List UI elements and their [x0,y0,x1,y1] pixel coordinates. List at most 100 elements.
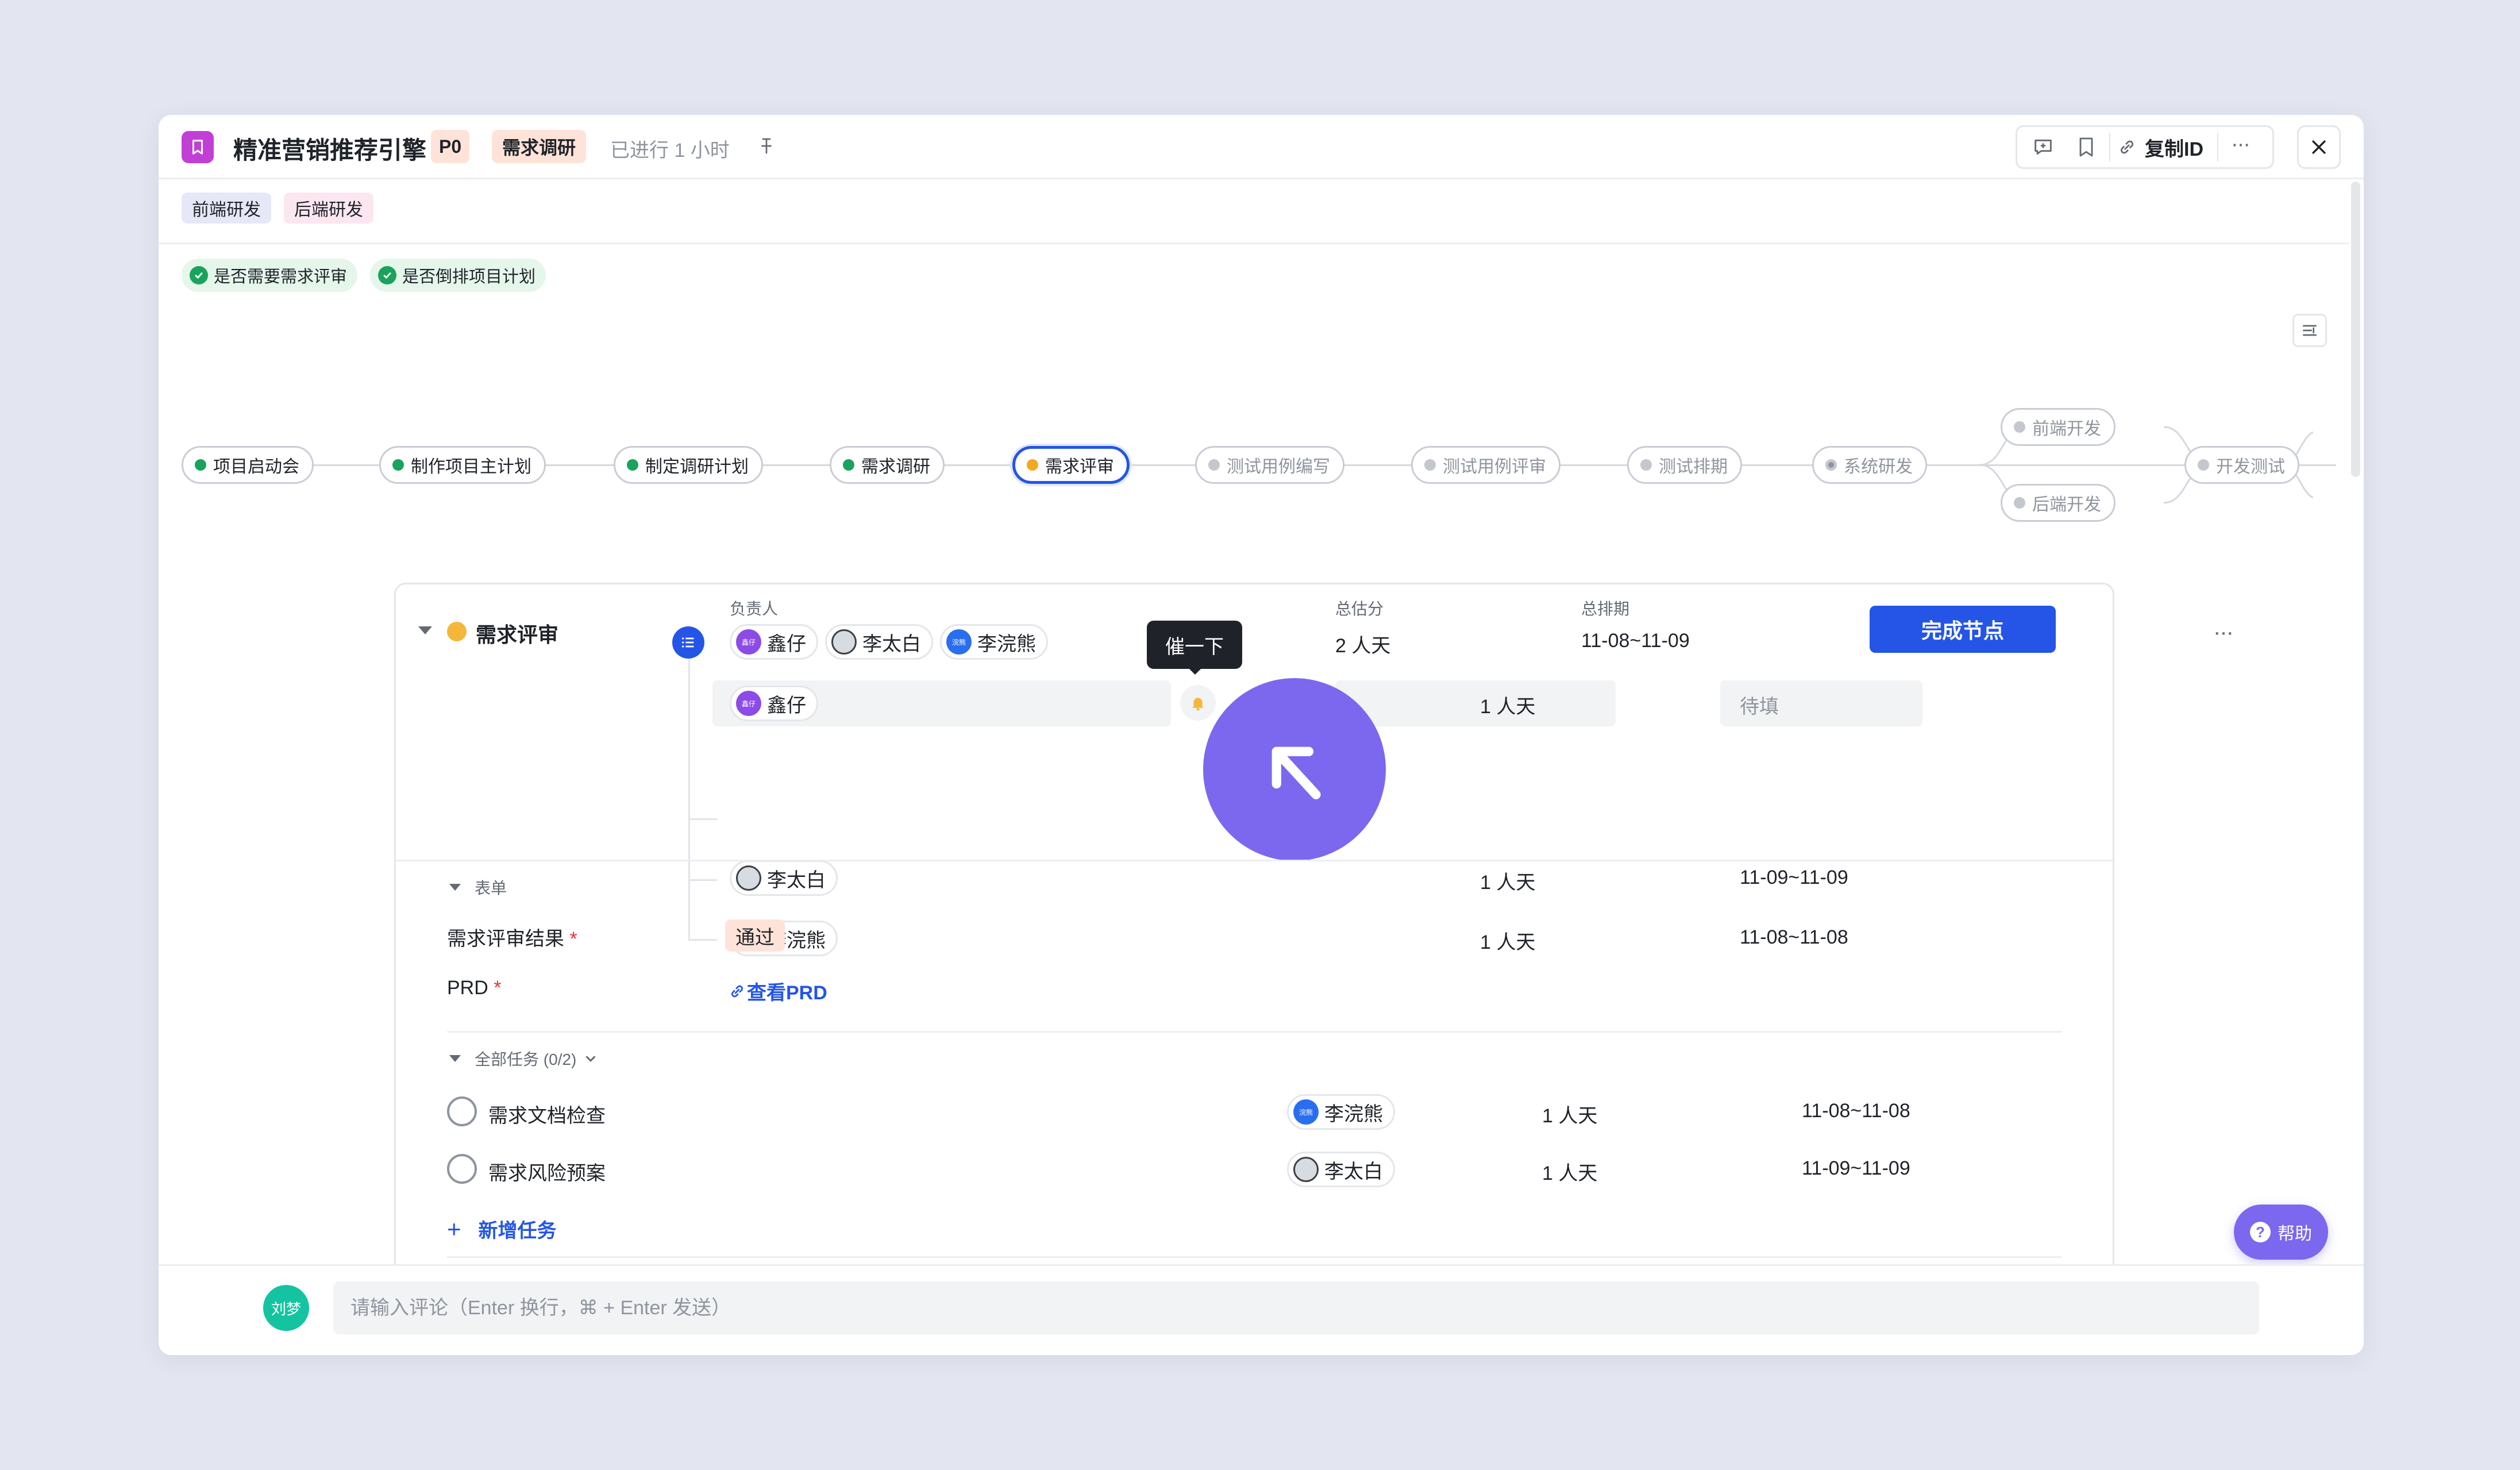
comment-input[interactable] [333,1282,2259,1334]
owner-chip-lihuanxiong[interactable]: 浣熊 李浣熊 [940,624,1048,660]
complete-node-button[interactable]: 完成节点 [1870,606,2056,653]
tasks-caret-icon[interactable] [449,1055,461,1062]
flow-node-label: 后端开发 [2032,495,2101,514]
flow-node-frontend-dev[interactable]: 前端开发 [2001,408,2116,446]
plus-icon: + [447,1215,461,1242]
flow-node-research[interactable]: 需求调研 [830,446,945,484]
owner-label: 负责人 [730,600,779,618]
check-row: 是否需要需求评审 是否倒排项目计划 [182,259,546,292]
flow-node-review-active[interactable]: 需求评审 [1012,446,1130,484]
flow-node-test-schedule[interactable]: 测试排期 [1627,446,1742,484]
task-owner[interactable]: 浣熊 李浣熊 [1287,1094,1395,1130]
form-section-label: 表单 [475,879,507,897]
node-status-dot [447,622,467,641]
add-task-button[interactable]: + 新增任务 [447,1215,557,1243]
subrow-owner-litaibai[interactable]: 李太白 [730,860,838,896]
status-dot [1027,459,1038,471]
flow-node-kickoff[interactable]: 项目启动会 [182,446,314,484]
status-dot [1424,459,1436,471]
tasks-section-header[interactable]: 全部任务 (0/2) [475,1047,599,1070]
check-icon [378,266,397,284]
status-dot [1208,459,1220,471]
task-checkbox[interactable] [447,1096,477,1126]
status-dot [2198,459,2209,471]
task-owner[interactable]: 李太白 [1287,1152,1395,1187]
owner-chip[interactable]: 浣熊李浣熊 [1287,1094,1395,1130]
flow-node-label: 项目启动会 [213,457,299,476]
row-estimate: 1 人天 [1480,696,1536,718]
tree-line [688,659,690,940]
arrow-up-left-icon [1271,746,1321,799]
pin-icon[interactable] [756,136,777,156]
owner-chip-litaibai[interactable]: 李太白 [825,624,933,660]
help-label: 帮助 [2278,1225,2312,1244]
flow-node-label: 测试排期 [1659,457,1728,476]
flow-node-label: 开发测试 [2216,457,2285,476]
scrollbar-thumb[interactable] [2351,182,2360,477]
divider [447,1256,2062,1258]
check-pill-plan[interactable]: 是否倒排项目计划 [370,259,546,292]
tree-branch [688,818,717,820]
tasks-section-label: 全部任务 (0/2) [475,1050,577,1068]
task-schedule: 11-09~11-09 [1802,1157,1910,1179]
schedule-label: 总排期 [1581,600,1630,618]
flow-node-research-plan[interactable]: 制定调研计划 [614,446,763,484]
owner-chip[interactable]: 李太白 [1287,1152,1395,1187]
collapse-caret-icon[interactable] [418,626,432,634]
tag-frontend[interactable]: 前端研发 [182,193,271,224]
flow-node-dev-test[interactable]: 开发测试 [2184,446,2299,484]
owner-name: 李太白 [862,633,921,655]
task-checkbox[interactable] [447,1154,477,1184]
status-dot [1825,459,1837,471]
bookmark-icon[interactable] [2063,136,2109,159]
row-estimate: 1 人天 [1480,932,1536,953]
help-button[interactable]: ? 帮助 [2234,1205,2328,1260]
flow-node-system-dev[interactable]: 系统研发 [1812,446,1927,484]
tree-branch [688,879,717,881]
more-icon[interactable]: ··· [2217,133,2251,161]
more-icon[interactable]: ··· [2213,619,2234,645]
owner-chip-xinzai[interactable]: 鑫仔 鑫仔 [730,624,818,660]
status-dot [843,459,854,471]
owner-chip[interactable]: 鑫仔 鑫仔 [730,686,818,721]
form-caret-icon[interactable] [449,884,461,891]
task-name[interactable]: 需求风险预案 [488,1157,606,1186]
flow-node-label: 测试用例编写 [1227,457,1330,476]
copy-id-button[interactable]: 复制ID [2109,133,2203,161]
subtask-list-icon[interactable] [672,626,704,659]
close-button[interactable] [2297,125,2341,169]
remind-button[interactable] [1180,685,1216,721]
comment-add-icon[interactable] [2023,136,2063,159]
flow-node-master-plan[interactable]: 制作项目主计划 [379,446,546,484]
priority-badge[interactable]: P0 [431,130,470,163]
task-name[interactable]: 需求文档检查 [488,1100,606,1128]
stage-badge[interactable]: 需求调研 [492,130,587,163]
flow-node-label: 需求调研 [861,457,930,476]
current-user-avatar[interactable]: 刘梦 [263,1285,309,1331]
avatar: 鑫仔 [736,691,761,716]
avatar: 浣熊 [946,629,972,655]
estimate-field[interactable] [1335,680,1616,726]
tag-backend[interactable]: 后端研发 [284,193,373,224]
field-label: 需求评审结果 [447,928,564,950]
review-result-value[interactable]: 通过 [725,919,785,952]
avatar [736,865,761,891]
row-schedule-placeholder: 待填 [1740,696,1779,718]
add-task-label: 新增任务 [478,1220,557,1242]
node-title: 需求评审 [476,623,559,647]
owner-name: 李太白 [1324,1160,1383,1183]
copy-id-label: 复制ID [2145,138,2203,160]
subrow-owner-xinzai[interactable]: 鑫仔 鑫仔 [730,686,818,721]
filter-settings-icon[interactable] [2292,314,2327,347]
prd-link[interactable]: 查看PRD [727,977,827,1005]
owner-chip[interactable]: 李太白 [730,860,838,896]
avatar [831,629,857,655]
status-dot [195,459,206,471]
check-pill-review[interactable]: 是否需要需求评审 [182,259,358,292]
row-schedule: 11-08~11-08 [1740,926,1848,948]
tooltip-arrow [1188,668,1202,675]
flow-node-testcase-write[interactable]: 测试用例编写 [1195,446,1344,484]
flow-node-backend-dev[interactable]: 后端开发 [2001,484,2116,522]
flow-node-testcase-review[interactable]: 测试用例评审 [1411,446,1560,484]
avatar: 鑫仔 [736,629,761,655]
